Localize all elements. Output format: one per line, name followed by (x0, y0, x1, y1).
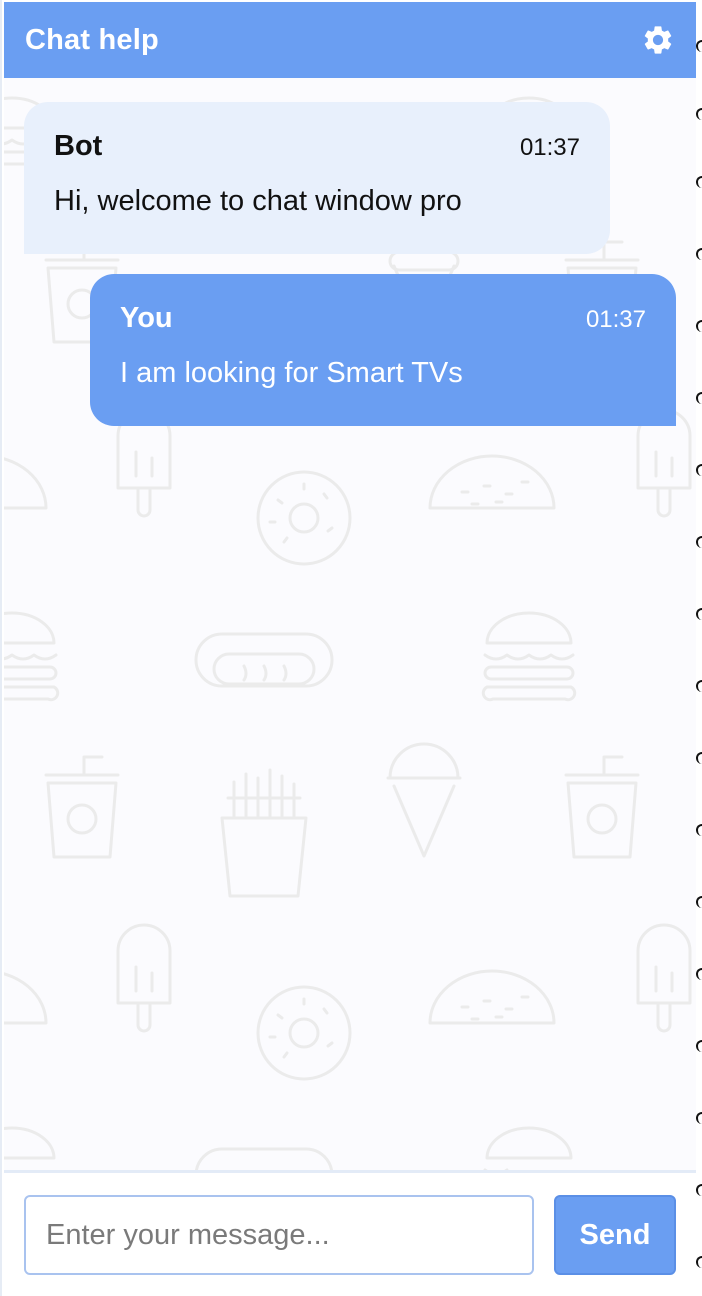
chat-header: Chat help (4, 2, 696, 78)
fries-icon (220, 768, 308, 898)
message-input[interactable] (24, 1195, 534, 1275)
donut-icon (256, 470, 352, 566)
soda-cup-icon (564, 755, 640, 859)
edge-mark (696, 824, 702, 836)
edge-mark (696, 896, 702, 908)
bot-message-bubble: Bot 01:37 Hi, welcome to chat window pro (24, 102, 610, 254)
user-message-bubble: You 01:37 I am looking for Smart TVs (90, 274, 676, 426)
message-text: Hi, welcome to chat window pro (54, 185, 462, 217)
edge-mark (696, 1184, 702, 1196)
edge-mark (696, 392, 702, 404)
edge-mark (696, 1256, 702, 1268)
message-sender: You (120, 302, 173, 334)
soda-cup-icon (44, 755, 120, 859)
edge-mark (696, 464, 702, 476)
edge-mark (696, 608, 702, 620)
edge-mark (696, 176, 702, 188)
edge-mark (696, 248, 702, 260)
message-sender: Bot (54, 130, 103, 162)
taco-icon (4, 972, 48, 1025)
taco-icon (428, 969, 556, 1025)
message-list[interactable]: Bot 01:37 Hi, welcome to chat window pro… (4, 78, 696, 1170)
message-time: 01:37 (519, 134, 580, 161)
edge-mark (696, 752, 702, 764)
page-edge-decoration (696, 0, 702, 1296)
edge-mark (696, 1040, 702, 1052)
edge-mark (696, 40, 702, 52)
message-header: You 01:37 (120, 302, 646, 335)
message-time: 01:37 (585, 306, 646, 333)
edge-mark (696, 968, 702, 980)
edge-mark (696, 108, 702, 120)
chat-title: Chat help (25, 23, 159, 56)
ice-cream-cone-icon (386, 742, 462, 858)
taco-icon (4, 457, 48, 510)
send-button[interactable]: Send (554, 1195, 676, 1275)
popsicle-icon (116, 923, 172, 1033)
burger-icon (4, 611, 60, 702)
taco-icon (428, 454, 556, 510)
edge-mark (696, 320, 702, 332)
edge-mark (696, 1112, 702, 1124)
hotdog-icon (388, 250, 460, 272)
burger-icon (483, 1126, 573, 1170)
message-composer: Send (4, 1170, 696, 1296)
gear-icon[interactable] (640, 22, 676, 58)
edge-mark (696, 680, 702, 692)
message-header: Bot 01:37 (54, 130, 580, 163)
burger-icon (481, 611, 577, 702)
burger-icon (4, 1126, 56, 1160)
hotdog-icon (194, 632, 334, 688)
message-text: I am looking for Smart TVs (120, 357, 463, 389)
popsicle-icon (636, 923, 692, 1033)
edge-mark (696, 536, 702, 548)
donut-icon (256, 985, 352, 1081)
hotdog-icon (194, 1147, 334, 1170)
chat-window: Chat help Bot 01:37 Hi, welcome to chat … (0, 0, 696, 1296)
